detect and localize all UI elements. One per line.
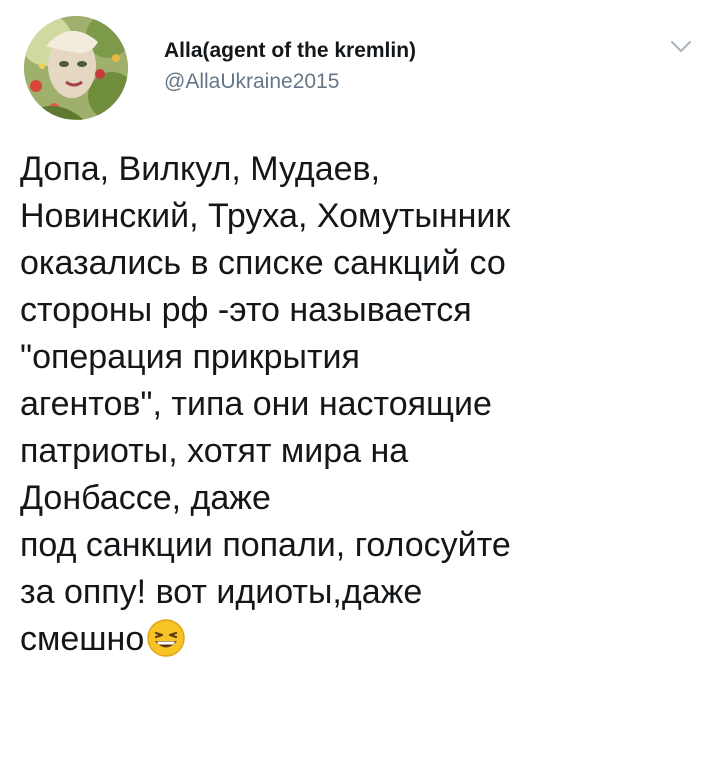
tweet-text-line: оказались в списке санкций со [20, 244, 506, 282]
tweet-card: Alla(agent of the kremlin) @AllaUkraine2… [0, 0, 720, 775]
tweet-text-line: агентов", типа они настоящие [20, 385, 492, 423]
tweet-text-line: Новинский, Труха, Хомутынник [20, 197, 511, 235]
tweet-text-last-line: смешно [20, 616, 710, 663]
chevron-down-icon-graphic [670, 40, 692, 53]
tweet-text-line: за оппу! вот идиоты,даже [20, 573, 423, 611]
avatar[interactable] [24, 16, 128, 120]
tweet-text-line: "операция прикрытия [20, 338, 360, 376]
grinning-squinting-face-emoji-icon [146, 618, 186, 658]
tweet-text-line: Донбассе, даже [20, 479, 271, 517]
avatar-image [24, 16, 128, 120]
tweet-text-line: Допа, Вилкул, Мудаев, [20, 150, 381, 188]
author-display-name[interactable]: Alla(agent of the kremlin) [164, 38, 644, 64]
author-handle[interactable]: @AllaUkraine2015 [164, 68, 644, 96]
tweet-author: Alla(agent of the kremlin) @AllaUkraine2… [164, 38, 644, 96]
tweet-text-line: смешно [20, 620, 145, 658]
chevron-down-icon[interactable] [666, 34, 696, 58]
tweet-text-line: стороны рф -это называется [20, 291, 472, 329]
tweet-text-line: патриоты, хотят мира на [20, 432, 409, 470]
tweet-text-line: под санкции попали, голосуйте [20, 526, 511, 564]
emoji-graphic [147, 619, 185, 657]
tweet-header: Alla(agent of the kremlin) @AllaUkraine2… [18, 10, 702, 120]
tweet-text: Допа, Вилкул, Мудаев, Новинский, Труха, … [20, 146, 710, 663]
